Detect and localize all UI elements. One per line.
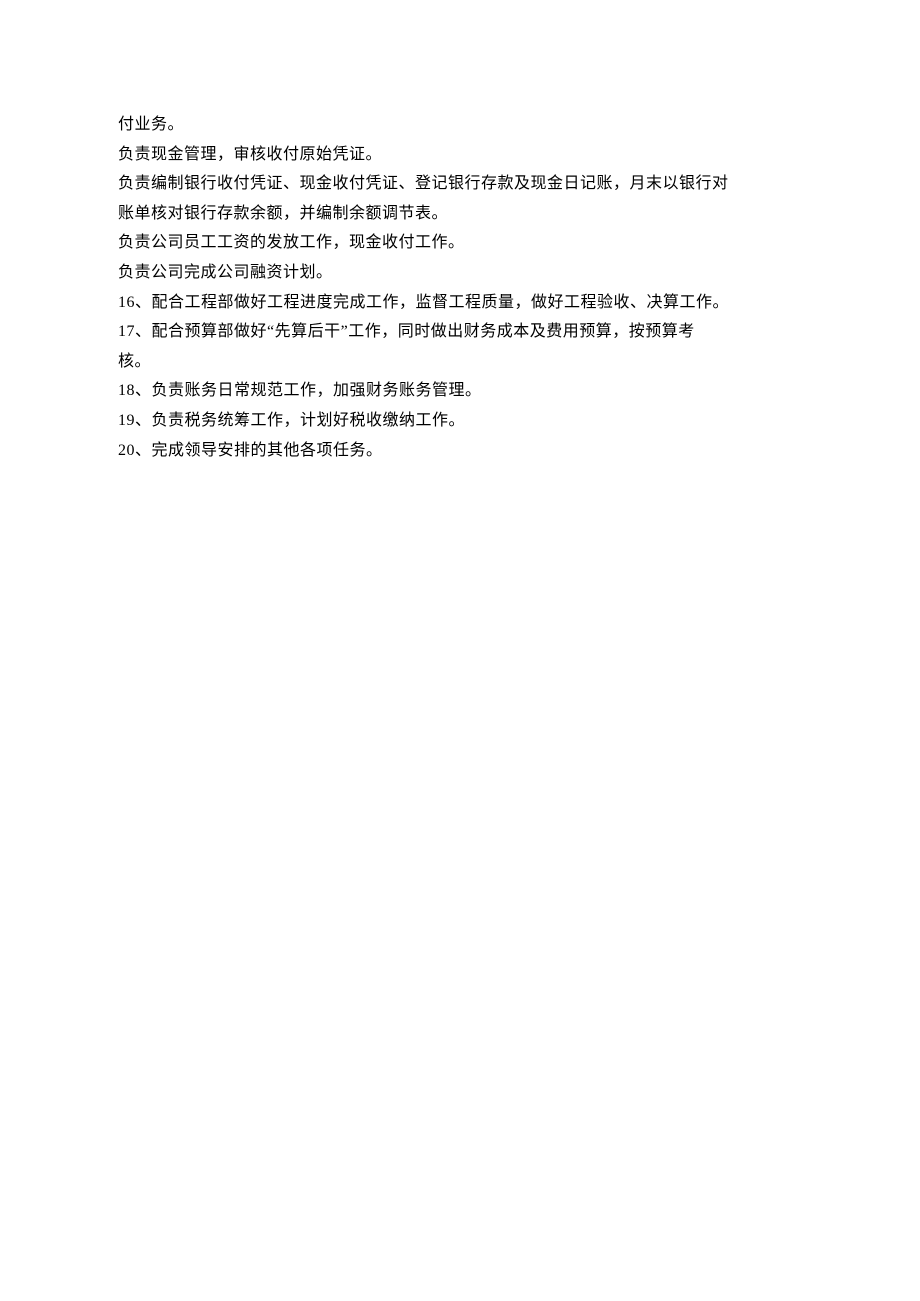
text-line: 核。 [118,347,802,377]
text-line: 17、配合预算部做好“先算后干”工作，同时做出财务成本及费用预算，按预算考 [118,317,802,347]
text-line: 负责现金管理，审核收付原始凭证。 [118,140,802,170]
text-line: 18、负责账务日常规范工作，加强财务账务管理。 [118,376,802,406]
document-content: 付业务。 负责现金管理，审核收付原始凭证。 负责编制银行收付凭证、现金收付凭证、… [118,110,802,465]
text-line: 负责公司完成公司融资计划。 [118,258,802,288]
text-line: 付业务。 [118,110,802,140]
text-line: 20、完成领导安排的其他各项任务。 [118,436,802,466]
text-line: 负责公司员工工资的发放工作，现金收付工作。 [118,228,802,258]
text-line: 负责编制银行收付凭证、现金收付凭证、登记银行存款及现金日记账，月末以银行对 [118,169,802,199]
text-line: 19、负责税务统筹工作，计划好税收缴纳工作。 [118,406,802,436]
text-line: 16、配合工程部做好工程进度完成工作，监督工程质量，做好工程验收、决算工作。 [118,288,802,318]
text-line: 账单核对银行存款余额，并编制余额调节表。 [118,199,802,229]
